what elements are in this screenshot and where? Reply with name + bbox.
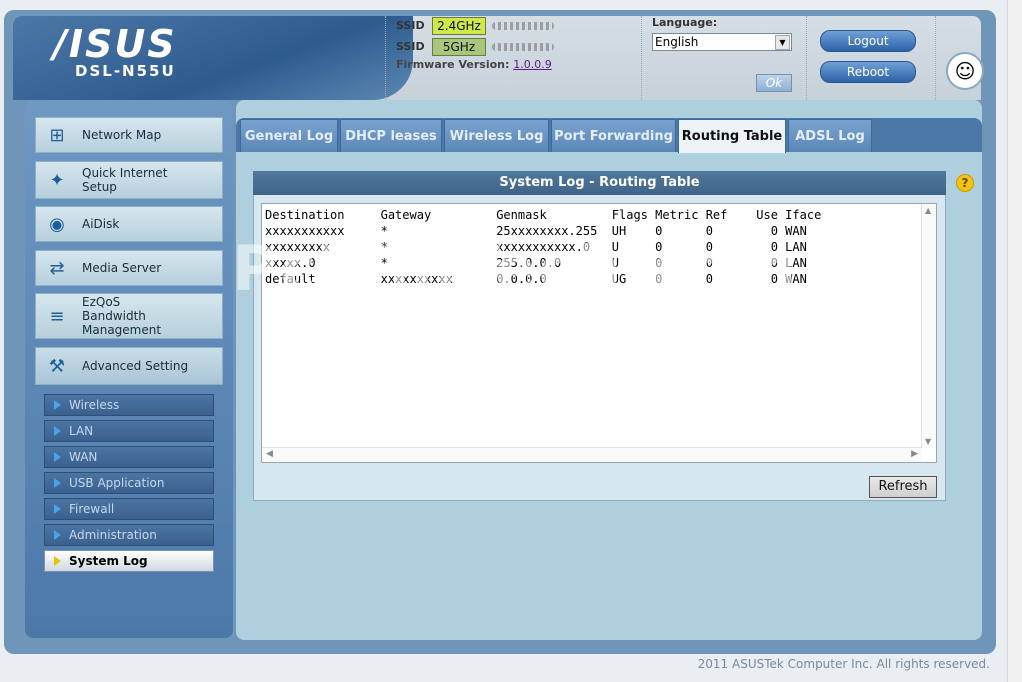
submenu-usb-application[interactable]: USB Application [44,472,214,494]
firmware-info: Firmware Version: 1.0.0.9 [396,58,554,71]
submenu-label: USB Application [69,476,165,490]
model-name: DSL-N55U [75,62,176,80]
language-area: Language: English ▼ [652,16,792,51]
divider [385,16,386,100]
panel-title: System Log - Routing Table [253,171,946,195]
ssid-area: SSID 2.4GHz SSID 5GHz Firmware Version: … [396,16,554,71]
band-5-badge: 5GHz [432,37,486,56]
triangle-right-icon [54,400,61,410]
language-select[interactable]: English ▼ [652,33,792,51]
submenu-label: System Log [69,554,148,568]
submenu-label: Firewall [69,502,115,516]
sidebar-item-ezqos[interactable]: ≡ EzQoS Bandwidth Management [35,293,223,339]
wand-icon: ✦ [49,169,65,191]
submenu-label: WAN [69,450,98,464]
divider [806,16,807,100]
triangle-right-icon [54,504,61,514]
ssid-redacted [492,21,554,30]
submenu-wan[interactable]: WAN [44,446,214,468]
submenu-wireless[interactable]: Wireless [44,394,214,416]
tools-icon: ⚒ [48,355,66,377]
sidebar-item-quick-internet-setup[interactable]: ✦ Quick Internet Setup [35,161,223,199]
tab-general-log[interactable]: General Log [240,119,338,152]
firmware-label: Firmware Version: [396,58,510,71]
submenu-label: Administration [69,528,157,542]
sidebar-item-label: EzQoS Bandwidth Management [82,295,162,337]
help-icon[interactable]: ? [956,174,974,192]
language-label: Language: [652,16,718,29]
vertical-scrollbar[interactable]: ▲ ▼ [921,204,936,448]
submenu-label: Wireless [69,398,120,412]
triangle-right-icon [54,478,61,488]
triangle-right-icon [54,452,61,462]
band-24-badge: 2.4GHz [432,16,486,35]
logout-button[interactable]: Logout [820,30,916,52]
disk-icon: ◉ [49,213,65,235]
triangle-right-icon [54,426,61,436]
reboot-button[interactable]: Reboot [820,61,916,83]
firmware-version-link[interactable]: 1.0.0.9 [513,58,551,71]
refresh-button[interactable]: Refresh [869,476,937,498]
ssid-row-5: SSID 5GHz [396,37,554,56]
page-scrollbar[interactable] [1007,0,1022,682]
sidebar-item-label: Quick Internet Setup [82,166,168,194]
submenu-lan[interactable]: LAN [44,420,214,442]
sidebar-item-network-map[interactable]: ⊞ Network Map [35,117,223,153]
watermark: PcWinTech.com [232,232,799,305]
qos-icon: ≡ [49,305,65,327]
scroll-up-icon[interactable]: ▲ [925,206,931,215]
scroll-left-icon[interactable]: ◀ [266,449,273,459]
submenu-system-log[interactable]: System Log [44,550,214,572]
sidebar-item-label: AiDisk [82,217,120,231]
divider [641,16,642,100]
ssid-row-24: SSID 2.4GHz [396,16,554,35]
log-header: Destination Gateway Genmask Flags Metric… [265,208,822,222]
scroll-right-icon[interactable]: ▶ [911,449,918,459]
tab-port-forwarding[interactable]: Port Forwarding [551,119,676,152]
footer-copyright: 2011 ASUSTek Computer Inc. All rights re… [697,657,990,671]
tab-dhcp-leases[interactable]: DHCP leases [340,119,442,152]
sidebar-item-media-server[interactable]: ⇄ Media Server [35,250,223,286]
submenu-label: LAN [69,424,94,438]
ssid-redacted [492,42,554,51]
sidebar-item-label: Network Map [82,128,162,142]
submenu-firewall[interactable]: Firewall [44,498,214,520]
horizontal-scrollbar[interactable]: ◀ ▶ [262,447,922,462]
sidebar-item-aidisk[interactable]: ◉ AiDisk [35,206,223,242]
chevron-down-icon[interactable]: ▼ [775,35,790,50]
sidebar-item-label: Media Server [82,261,162,275]
sidebar-item-label: Advanced Setting [82,359,189,373]
triangle-right-icon [54,530,61,540]
avatar-icon: ☺ [946,52,984,90]
ssid-label: SSID [396,19,425,32]
submenu-administration[interactable]: Administration [44,524,214,546]
asus-logo: /ISUS [53,22,177,66]
ssid-label: SSID [396,40,425,53]
divider [935,16,936,100]
language-ok-button[interactable]: Ok [756,74,792,92]
logo-panel: /ISUS DSL-N55U [13,16,413,100]
language-value: English [655,35,699,49]
media-server-icon: ⇄ [49,257,65,279]
tab-wireless-log[interactable]: Wireless Log [444,119,549,152]
tab-routing-table[interactable]: Routing Table [678,119,786,153]
sidebar-item-advanced-setting[interactable]: ⚒ Advanced Setting [35,347,223,385]
network-map-icon: ⊞ [49,124,65,146]
tab-adsl-log[interactable]: ADSL Log [788,119,872,152]
triangle-right-icon [54,556,61,566]
scroll-down-icon[interactable]: ▼ [925,437,931,446]
